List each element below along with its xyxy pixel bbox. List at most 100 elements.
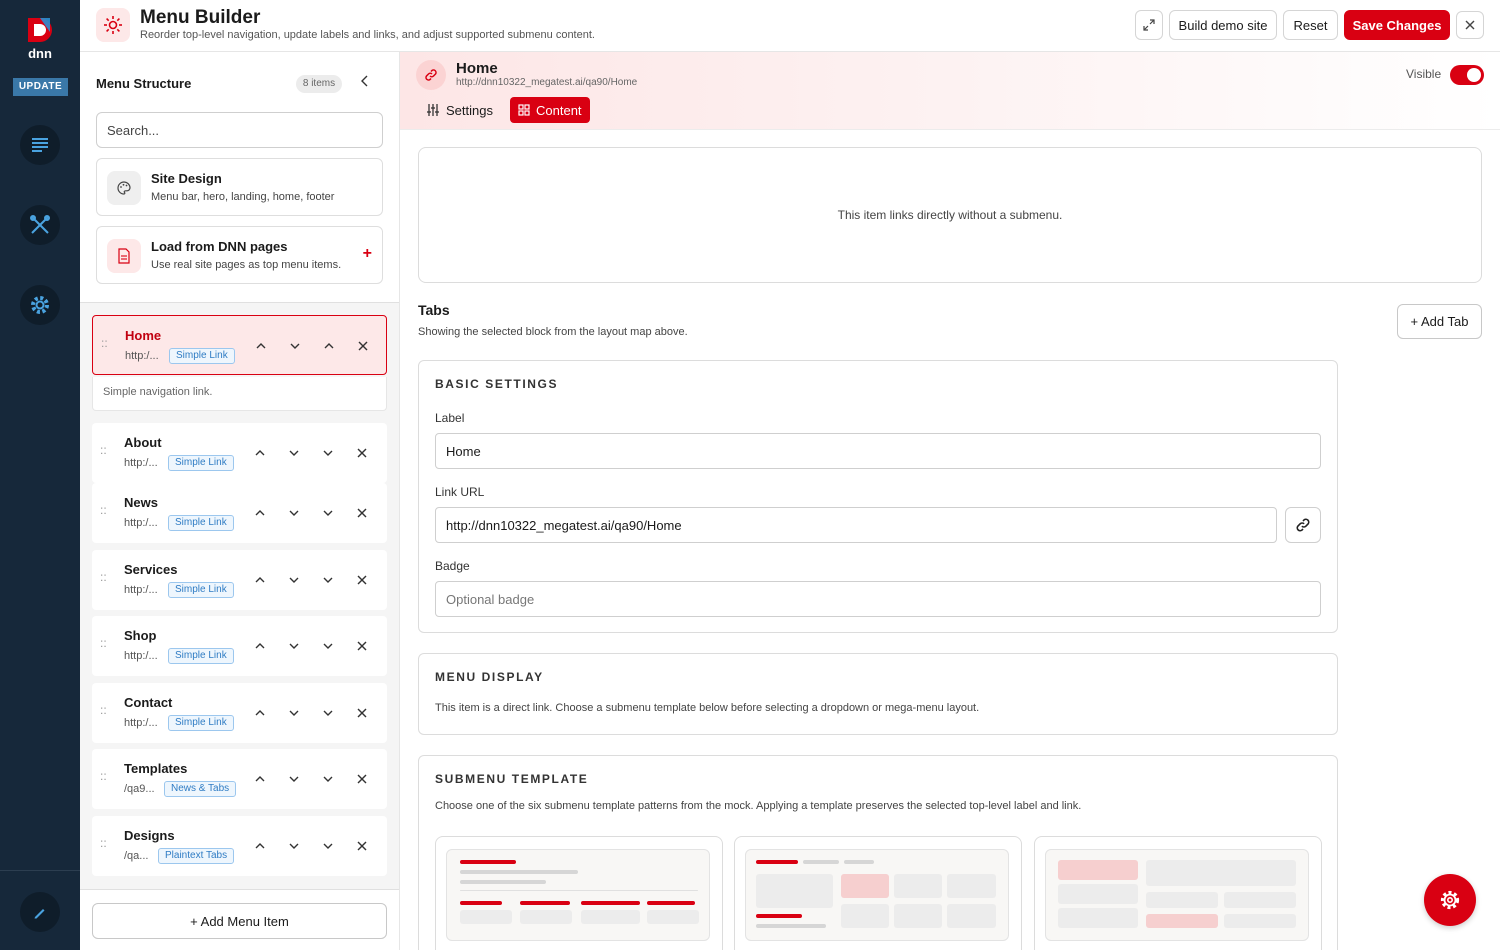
menu-item-type-badge: Plaintext Tabs bbox=[158, 848, 235, 864]
search-input[interactable] bbox=[96, 112, 383, 148]
menu-item-type-badge: Simple Link bbox=[169, 348, 235, 364]
save-changes-button[interactable]: Save Changes bbox=[1344, 10, 1450, 40]
move-up-icon[interactable] bbox=[252, 705, 268, 721]
move-down-icon[interactable] bbox=[286, 445, 302, 461]
badge-input[interactable] bbox=[435, 581, 1321, 617]
remove-item-icon[interactable] bbox=[355, 338, 371, 354]
expand-item-icon[interactable] bbox=[320, 838, 336, 854]
menu-item-news[interactable]: :: News http:/... Simple Link bbox=[92, 483, 387, 543]
remove-item-icon[interactable] bbox=[354, 771, 370, 787]
move-up-icon[interactable] bbox=[252, 838, 268, 854]
expand-item-icon[interactable] bbox=[321, 338, 337, 354]
remove-item-icon[interactable] bbox=[354, 838, 370, 854]
item-count-badge: 8 items bbox=[296, 75, 342, 93]
move-down-icon[interactable] bbox=[286, 572, 302, 588]
menu-item-home[interactable]: :: Homehttp:/... Simple Link bbox=[92, 315, 387, 375]
no-submenu-notice: This item links directly without a subme… bbox=[418, 147, 1482, 283]
link-picker-button[interactable] bbox=[1285, 507, 1321, 543]
remove-item-icon[interactable] bbox=[354, 705, 370, 721]
settings-fab[interactable] bbox=[1424, 874, 1476, 926]
tools-icon[interactable] bbox=[20, 205, 60, 245]
page-title: Menu Builder bbox=[140, 7, 261, 28]
menu-item-label: Contact bbox=[124, 695, 173, 710]
sliders-icon bbox=[427, 104, 439, 116]
drag-handle-icon[interactable]: :: bbox=[100, 770, 110, 785]
template-option-2[interactable] bbox=[734, 836, 1022, 950]
no-submenu-text: This item links directly without a subme… bbox=[837, 208, 1063, 222]
move-up-icon[interactable] bbox=[252, 505, 268, 521]
move-up-icon[interactable] bbox=[253, 338, 269, 354]
add-menu-item-button[interactable]: + Add Menu Item bbox=[92, 903, 387, 939]
menu-item-label: Home bbox=[125, 328, 162, 343]
close-button[interactable] bbox=[1456, 11, 1484, 39]
move-down-icon[interactable] bbox=[286, 838, 302, 854]
menu-item-label: About bbox=[124, 435, 162, 450]
drag-handle-icon[interactable]: :: bbox=[100, 637, 110, 652]
build-demo-button[interactable]: Build demo site bbox=[1169, 10, 1277, 40]
load-dnn-pages-card[interactable]: Load from DNN pages Use real site pages … bbox=[96, 226, 383, 284]
expand-item-icon[interactable] bbox=[320, 771, 336, 787]
move-down-icon[interactable] bbox=[286, 638, 302, 654]
menu-item-templates[interactable]: :: Templates/qa9... News & Tabs bbox=[92, 749, 387, 809]
move-down-icon[interactable] bbox=[286, 771, 302, 787]
page-subtitle: Reorder top-level navigation, update lab… bbox=[140, 29, 595, 41]
remove-item-icon[interactable] bbox=[354, 572, 370, 588]
palette-icon bbox=[107, 171, 141, 205]
menu-item-shop[interactable]: :: Shop http:/... Simple Link bbox=[92, 616, 387, 676]
update-button[interactable]: UPDATE bbox=[13, 78, 68, 96]
expand-item-icon[interactable] bbox=[320, 638, 336, 654]
menu-item-about[interactable]: :: About http:/... Simple Link bbox=[92, 423, 387, 483]
label-input[interactable] bbox=[435, 433, 1321, 469]
drag-handle-icon[interactable]: :: bbox=[100, 571, 110, 586]
move-down-icon[interactable] bbox=[287, 338, 303, 354]
move-down-icon[interactable] bbox=[286, 505, 302, 521]
tabs-section-subtitle: Showing the selected block from the layo… bbox=[418, 326, 688, 338]
move-up-icon[interactable] bbox=[252, 445, 268, 461]
drag-handle-icon[interactable]: :: bbox=[100, 704, 110, 719]
expand-button[interactable] bbox=[1135, 10, 1163, 40]
move-up-icon[interactable] bbox=[252, 572, 268, 588]
move-down-icon[interactable] bbox=[286, 705, 302, 721]
tab-content[interactable]: Content bbox=[510, 97, 590, 123]
expand-item-icon[interactable] bbox=[320, 572, 336, 588]
menu-item-type-badge: Simple Link bbox=[168, 582, 234, 598]
load-dnn-plus-icon[interactable]: + bbox=[363, 245, 372, 263]
dnn-logo[interactable]: dnn bbox=[22, 14, 58, 62]
remove-item-icon[interactable] bbox=[354, 505, 370, 521]
menu-item-designs[interactable]: :: Designs/qa... Plaintext Tabs bbox=[92, 816, 387, 876]
remove-item-icon[interactable] bbox=[354, 638, 370, 654]
move-up-icon[interactable] bbox=[252, 771, 268, 787]
menu-item-url: http:/... bbox=[125, 350, 159, 362]
add-tab-button[interactable]: + Add Tab bbox=[1397, 304, 1482, 339]
menu-item-contact[interactable]: :: Contact http:/... Simple Link bbox=[92, 683, 387, 743]
drag-handle-icon[interactable]: :: bbox=[100, 504, 110, 519]
reset-button[interactable]: Reset bbox=[1283, 10, 1338, 40]
drag-handle-icon[interactable]: :: bbox=[101, 337, 111, 352]
template-option-1[interactable] bbox=[435, 836, 723, 950]
template-option-3[interactable] bbox=[1034, 836, 1322, 950]
expand-item-icon[interactable] bbox=[320, 505, 336, 521]
drag-handle-icon[interactable]: :: bbox=[100, 444, 110, 459]
load-dnn-subtitle: Use real site pages as top menu items. bbox=[151, 259, 342, 271]
basic-settings-panel: BASIC SETTINGS Label Link URL Badge bbox=[418, 360, 1338, 633]
submenu-template-panel: SUBMENU TEMPLATE Choose one of the six s… bbox=[418, 755, 1338, 950]
site-design-card[interactable]: Site Design Menu bar, hero, landing, hom… bbox=[96, 158, 383, 216]
menu-structure-title: Menu Structure bbox=[96, 76, 192, 91]
content-icon[interactable] bbox=[20, 125, 60, 165]
menu-display-heading: MENU DISPLAY bbox=[435, 670, 544, 684]
grid-icon bbox=[518, 104, 530, 116]
edit-icon[interactable] bbox=[20, 892, 60, 932]
link-url-input[interactable] bbox=[435, 507, 1277, 543]
drag-handle-icon[interactable]: :: bbox=[100, 837, 110, 852]
menu-item-label: Services bbox=[124, 562, 178, 577]
tabs-section-title: Tabs bbox=[418, 302, 450, 318]
expand-item-icon[interactable] bbox=[320, 705, 336, 721]
expand-item-icon[interactable] bbox=[320, 445, 336, 461]
remove-item-icon[interactable] bbox=[354, 445, 370, 461]
tab-settings[interactable]: Settings bbox=[418, 97, 501, 123]
settings-icon[interactable] bbox=[20, 285, 60, 325]
visible-toggle[interactable] bbox=[1450, 65, 1484, 85]
move-up-icon[interactable] bbox=[252, 638, 268, 654]
collapse-panel-button[interactable] bbox=[360, 74, 376, 94]
menu-item-services[interactable]: :: Services http:/... Simple Link bbox=[92, 550, 387, 610]
